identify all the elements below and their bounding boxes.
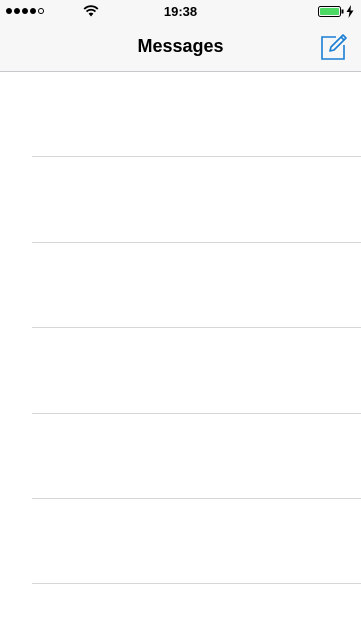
list-item[interactable] — [0, 584, 361, 640]
conversation-list[interactable] — [0, 72, 361, 640]
list-item[interactable] — [0, 414, 361, 500]
charging-bolt-icon — [346, 5, 354, 18]
list-item[interactable] — [0, 328, 361, 414]
status-time: 19:38 — [163, 4, 198, 19]
battery-icon — [318, 6, 344, 17]
list-item[interactable] — [0, 499, 361, 585]
list-item[interactable] — [0, 157, 361, 244]
messages-screen: 19:38 Messages — [0, 0, 361, 640]
list-item[interactable] — [0, 243, 361, 329]
status-bar: 19:38 — [0, 0, 361, 22]
page-title: Messages — [137, 36, 224, 56]
list-item[interactable] — [0, 72, 361, 158]
navigation-bar: Messages — [0, 22, 361, 72]
compose-icon[interactable] — [320, 33, 348, 61]
